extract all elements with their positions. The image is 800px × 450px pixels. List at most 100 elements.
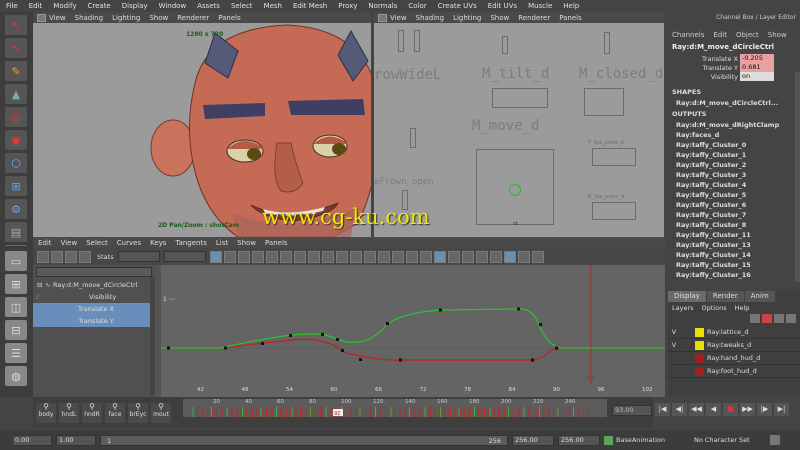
shelf-button[interactable]: ⚲ mout	[151, 403, 171, 423]
script-editor-icon[interactable]	[770, 435, 780, 445]
next-key-icon[interactable]: ▶▶	[740, 403, 755, 416]
anim-end-field[interactable]: 256.00	[558, 434, 600, 446]
stats-value-field[interactable]	[163, 251, 206, 262]
current-frame-field[interactable]: 93.00	[612, 405, 652, 416]
keyframe[interactable]	[539, 323, 542, 326]
playback-start-field[interactable]: 1.00	[56, 434, 96, 446]
layer-row[interactable]: V Ray:lattice_d	[668, 326, 800, 339]
persp-graph-icon[interactable]: ⊟	[5, 320, 27, 340]
menu-display[interactable]: Display	[122, 2, 148, 10]
vp-menu-renderer[interactable]: Renderer	[177, 14, 209, 22]
keyframe[interactable]	[224, 346, 227, 350]
le-menu-options[interactable]: Options	[702, 304, 727, 312]
layer-row[interactable]: Ray:foot_hud_d	[668, 365, 800, 378]
menu-muscle[interactable]: Muscle	[528, 2, 552, 10]
clamped-tangent-icon[interactable]	[279, 250, 292, 263]
output-item[interactable]: Ray:taffy_Cluster_0	[668, 140, 800, 150]
denormalize-icon[interactable]	[517, 250, 530, 263]
attr-value-field[interactable]: -0.205	[740, 54, 774, 63]
menu-window[interactable]: Window	[159, 2, 187, 10]
playback-end-field[interactable]: 256.00	[512, 434, 554, 446]
range-slider[interactable]: 1 256	[100, 434, 508, 446]
paint-select-icon[interactable]: ✎	[5, 61, 27, 81]
lattice-keys-icon[interactable]	[65, 250, 77, 263]
rotate-tool-icon[interactable]: ◎	[5, 107, 27, 127]
auto-tangent-icon[interactable]	[251, 250, 264, 263]
new-layer-icon[interactable]	[750, 314, 760, 323]
rig-box-lips-bottom[interactable]	[592, 202, 636, 220]
keyframe[interactable]	[336, 338, 339, 341]
viewport-right-camera-icon[interactable]	[378, 13, 387, 22]
manipulator-icon[interactable]: ⬡	[5, 153, 27, 173]
menu-select[interactable]: Select	[231, 2, 253, 10]
rig-box-lips-top[interactable]	[592, 148, 636, 166]
le-menu-help[interactable]: Help	[735, 304, 750, 312]
rig-box-tilt[interactable]	[492, 88, 548, 108]
shape-item[interactable]: Ray:d:M_move_dCircleCtrl...	[668, 98, 800, 108]
vp2-menu-panels[interactable]: Panels	[559, 14, 582, 22]
move-ctrl-circle[interactable]	[508, 183, 522, 197]
keyframe[interactable]	[321, 333, 324, 336]
go-to-end-icon[interactable]: ▶|	[774, 403, 789, 416]
outliner-attr-translate-y[interactable]: Translate Y	[33, 315, 155, 327]
channel-box-node-name[interactable]: Ray:d:M_move_dCircleCtrl	[668, 40, 800, 54]
cb-menu-channels[interactable]: Channels	[672, 31, 704, 39]
le-menu-layers[interactable]: Layers	[672, 304, 694, 312]
center-current-icon[interactable]	[237, 250, 250, 263]
anim-layer-label[interactable]: BaseAnimation	[616, 436, 694, 444]
layer-color-swatch[interactable]	[695, 327, 704, 337]
soft-mod-icon[interactable]: ⊞	[5, 176, 27, 196]
vp2-menu-renderer[interactable]: Renderer	[518, 14, 550, 22]
ge-menu-show[interactable]: Show	[237, 239, 256, 247]
camera-tool-icon[interactable]: ▤	[5, 222, 27, 242]
character-set-field[interactable]: No Character Set	[694, 436, 768, 444]
vp-menu-show[interactable]: Show	[149, 14, 168, 22]
layer-row[interactable]: Ray:hand_hud_d	[668, 352, 800, 365]
select-tool-icon[interactable]: ↖	[5, 15, 27, 35]
rig-box-closed[interactable]	[584, 88, 624, 116]
vp2-menu-view[interactable]: View	[390, 14, 407, 22]
facial-ui-viewport[interactable]: View Shading Lighting Show Renderer Pane…	[374, 12, 664, 237]
step-back-icon[interactable]: ◀|	[672, 403, 687, 416]
cb-menu-edit[interactable]: Edit	[713, 31, 727, 39]
keyframe[interactable]	[531, 358, 534, 362]
output-item[interactable]: Ray:taffy_Cluster_13	[668, 240, 800, 250]
break-tangents-icon[interactable]	[349, 250, 362, 263]
shotcam-viewport[interactable]: View Shading Lighting Show Renderer Pane…	[33, 12, 371, 237]
layer-color-swatch[interactable]	[695, 353, 704, 363]
step-forward-icon[interactable]: |▶	[757, 403, 772, 416]
menu-modify[interactable]: Modify	[53, 2, 76, 10]
play-back-icon[interactable]: ◀	[706, 403, 721, 416]
output-item[interactable]: Ray:taffy_Cluster_11	[668, 230, 800, 240]
keyframes[interactable]	[167, 307, 558, 362]
unify-tangents-icon[interactable]	[363, 250, 376, 263]
single-pane-icon[interactable]: ▭	[5, 251, 27, 271]
normalize-icon[interactable]	[503, 250, 516, 263]
layer-row[interactable]: V Ray:tweaks_d	[668, 339, 800, 352]
menu-assets[interactable]: Assets	[197, 2, 220, 10]
output-item[interactable]: Ray:taffy_Cluster_14	[668, 250, 800, 260]
output-item[interactable]: Ray:taffy_Cluster_16	[668, 270, 800, 280]
side-by-side-icon[interactable]: ◫	[5, 297, 27, 317]
step-tangent-icon[interactable]	[321, 250, 334, 263]
layer-delete-icon[interactable]	[786, 314, 796, 323]
pre-infinity-icon[interactable]	[447, 250, 460, 263]
rig-slider-2[interactable]	[414, 30, 420, 52]
menu-color[interactable]: Color	[408, 2, 426, 10]
vp-menu-shading[interactable]: Shading	[75, 14, 103, 22]
scale-tool-icon[interactable]: ▣	[5, 130, 27, 150]
output-item[interactable]: Ray:taffy_Cluster_4	[668, 180, 800, 190]
menu-help[interactable]: Help	[563, 2, 579, 10]
time-slider[interactable]: 92 20 40 60 80 100 120 140 160 180 200 220 240	[183, 399, 607, 417]
keyframe[interactable]	[555, 346, 558, 350]
swap-buffer-icon[interactable]	[419, 250, 432, 263]
attr-value-field[interactable]: on	[740, 72, 774, 81]
tab-anim[interactable]: Anim	[744, 291, 775, 302]
lock-weight-icon[interactable]	[391, 250, 404, 263]
plateau-tangent-icon[interactable]	[335, 250, 348, 263]
curve-graph-area[interactable]: 1 93 42 48 54 60 66 72 78 84 90 96 102	[161, 265, 665, 397]
keyframe[interactable]	[167, 346, 170, 350]
new-layer-selected-icon[interactable]	[762, 314, 772, 323]
attr-row-visibility[interactable]: Visibility on	[668, 72, 800, 81]
go-to-start-icon[interactable]: |◀	[655, 403, 670, 416]
